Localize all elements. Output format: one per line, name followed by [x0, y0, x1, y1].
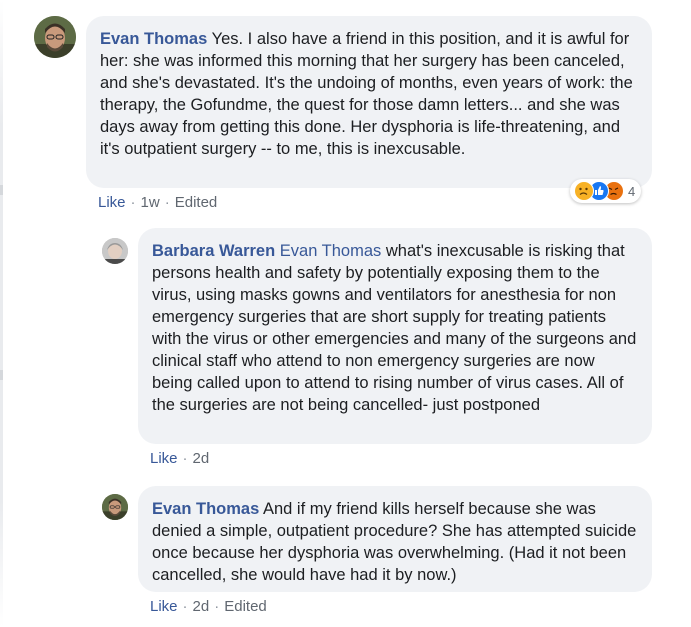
left-border [0, 0, 3, 627]
timestamp[interactable]: 1w [141, 194, 160, 211]
comment-text: what's inexcusable is risking that perso… [152, 242, 637, 414]
mention-link[interactable]: Evan Thomas [280, 242, 382, 260]
separator-dot: · [214, 598, 220, 615]
comment-text: Yes. I also have a friend in this positi… [100, 30, 633, 158]
left-border-tick [0, 370, 3, 380]
separator-dot: · [164, 194, 170, 211]
reply-bubble: Barbara Warren Evan Thomas what's inexcu… [138, 228, 652, 444]
comment-author[interactable]: Barbara Warren [152, 242, 275, 260]
comment-actions: Like · 1w · Edited [98, 194, 217, 211]
like-button[interactable]: Like [98, 194, 126, 211]
timestamp[interactable]: 2d [193, 598, 210, 615]
comment-bubble: Evan Thomas Yes. I also have a friend in… [86, 16, 652, 188]
separator-dot: · [130, 194, 136, 211]
left-border-tick [0, 185, 3, 195]
avatar-photo [102, 238, 128, 264]
like-button[interactable]: Like [150, 450, 178, 467]
sad-icon [574, 181, 594, 201]
like-button[interactable]: Like [150, 598, 178, 615]
reaction-summary[interactable]: 4 [570, 179, 642, 203]
comment-actions: Like · 2d · Edited [150, 598, 267, 615]
separator-dot: · [182, 598, 188, 615]
comment-author[interactable]: Evan Thomas [100, 30, 207, 48]
comment-actions: Like · 2d [150, 450, 209, 467]
avatar-photo [34, 16, 76, 58]
separator-dot: · [182, 450, 188, 467]
edited-label[interactable]: Edited [175, 194, 218, 211]
avatar-evan-thomas[interactable] [102, 494, 128, 520]
avatar-evan-thomas[interactable] [34, 16, 76, 58]
avatar-photo [102, 494, 128, 520]
timestamp[interactable]: 2d [193, 450, 210, 467]
edited-label[interactable]: Edited [224, 598, 267, 615]
reaction-count: 4 [628, 183, 636, 199]
reply-bubble: Evan Thomas And if my friend kills herse… [138, 486, 652, 592]
avatar-barbara-warren[interactable] [102, 238, 128, 264]
comment-author[interactable]: Evan Thomas [152, 500, 259, 518]
